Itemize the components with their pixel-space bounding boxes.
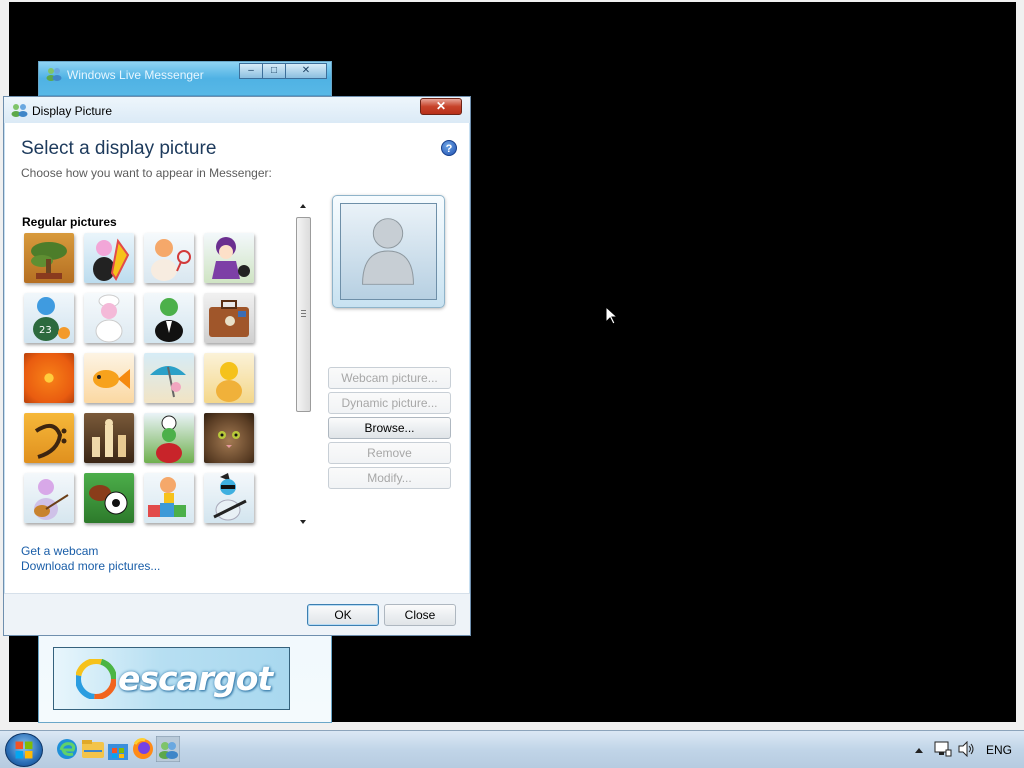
minimize-button[interactable]: – [239,63,263,79]
picture-rocker-buddy[interactable] [204,473,254,523]
network-icon[interactable] [934,741,952,757]
picture-tennis-buddy[interactable] [144,233,194,283]
messenger-buddy-icon [46,68,62,81]
browse-button[interactable]: Browse... [328,417,451,439]
firefox-icon[interactable] [131,736,155,762]
messenger-window-title: Windows Live Messenger [67,68,204,82]
dialog-subheading: Choose how you want to appear in Messeng… [21,166,272,180]
display-picture-preview [332,195,445,308]
get-webcam-link[interactable]: Get a webcam [21,544,98,558]
taskbar: ENG [0,730,1024,768]
scroll-up-arrow-icon[interactable] [300,204,306,208]
dialog-title: Display Picture [32,104,113,118]
picture-sunny-buddy[interactable] [204,353,254,403]
picture-basketball-buddy[interactable]: 23 [24,293,74,343]
ok-button[interactable]: OK [307,604,379,626]
picture-soccer-buddy[interactable] [144,413,194,463]
dialog-footer: OK Close [4,593,470,635]
desktop-frame-top [0,0,1024,2]
default-user-icon [362,218,414,285]
file-explorer-icon[interactable] [81,736,105,762]
picture-goldfish[interactable] [84,353,134,403]
picture-orange-flower[interactable] [24,353,74,403]
picture-blocks-buddy[interactable] [144,473,194,523]
store-icon[interactable] [106,736,130,762]
scroll-down-arrow-icon[interactable] [300,520,306,524]
help-icon[interactable]: ? [441,140,457,156]
desktop-frame-right [1016,0,1024,730]
webcam-picture-button[interactable]: Webcam picture... [328,367,451,389]
escargot-banner[interactable]: escargot [53,647,290,710]
dialog-close-button[interactable]: ✕ [420,98,462,115]
volume-icon[interactable] [958,741,976,757]
picture-sports-balls[interactable] [84,473,134,523]
picture-kitten[interactable] [204,413,254,463]
messenger-icon[interactable] [156,736,180,762]
picture-bass-clef[interactable] [24,413,74,463]
messenger-buddy-icon [11,104,28,117]
escargot-banner-text: escargot [118,659,273,698]
picture-grid: 23 [22,232,262,523]
desktop-frame-bottom [0,722,1024,730]
picture-chess-pieces[interactable] [84,413,134,463]
maximize-button[interactable]: □ [262,63,286,79]
picture-bonsai-tree[interactable] [24,233,74,283]
start-orb-icon[interactable] [5,733,43,767]
show-hidden-icons-icon[interactable] [914,746,924,754]
escargot-logo-icon [76,658,116,699]
picture-beach-umbrella[interactable] [144,353,194,403]
picture-list-scrollbar[interactable] [296,202,311,527]
dialog-titlebar[interactable]: Display Picture ✕ [4,97,470,123]
picture-chef-buddy[interactable] [84,293,134,343]
remove-button[interactable]: Remove [328,442,451,464]
edge-icon[interactable] [55,736,79,762]
language-indicator[interactable]: ENG [986,743,1012,757]
mouse-cursor-icon [605,306,617,325]
svg-text:23: 23 [39,325,52,336]
picture-surfboard-buddy[interactable] [84,233,134,283]
picture-suit-buddy[interactable] [144,293,194,343]
messenger-titlebar[interactable]: Windows Live Messenger – □ ✕ [39,62,331,96]
display-picture-dialog: Display Picture ✕ Select a display pictu… [3,96,471,636]
modify-button[interactable]: Modify... [328,467,451,489]
scrollbar-thumb[interactable] [296,217,311,412]
close-button[interactable]: ✕ [285,63,327,79]
cancel-button[interactable]: Close [384,604,456,626]
dialog-heading: Select a display picture [21,138,217,159]
dynamic-picture-button[interactable]: Dynamic picture... [328,392,451,414]
picture-suitcase[interactable] [204,293,254,343]
picture-girl-with-cat[interactable] [204,233,254,283]
picture-guitar-buddy[interactable] [24,473,74,523]
download-more-pictures-link[interactable]: Download more pictures... [21,559,160,573]
regular-pictures-label: Regular pictures [22,215,117,229]
